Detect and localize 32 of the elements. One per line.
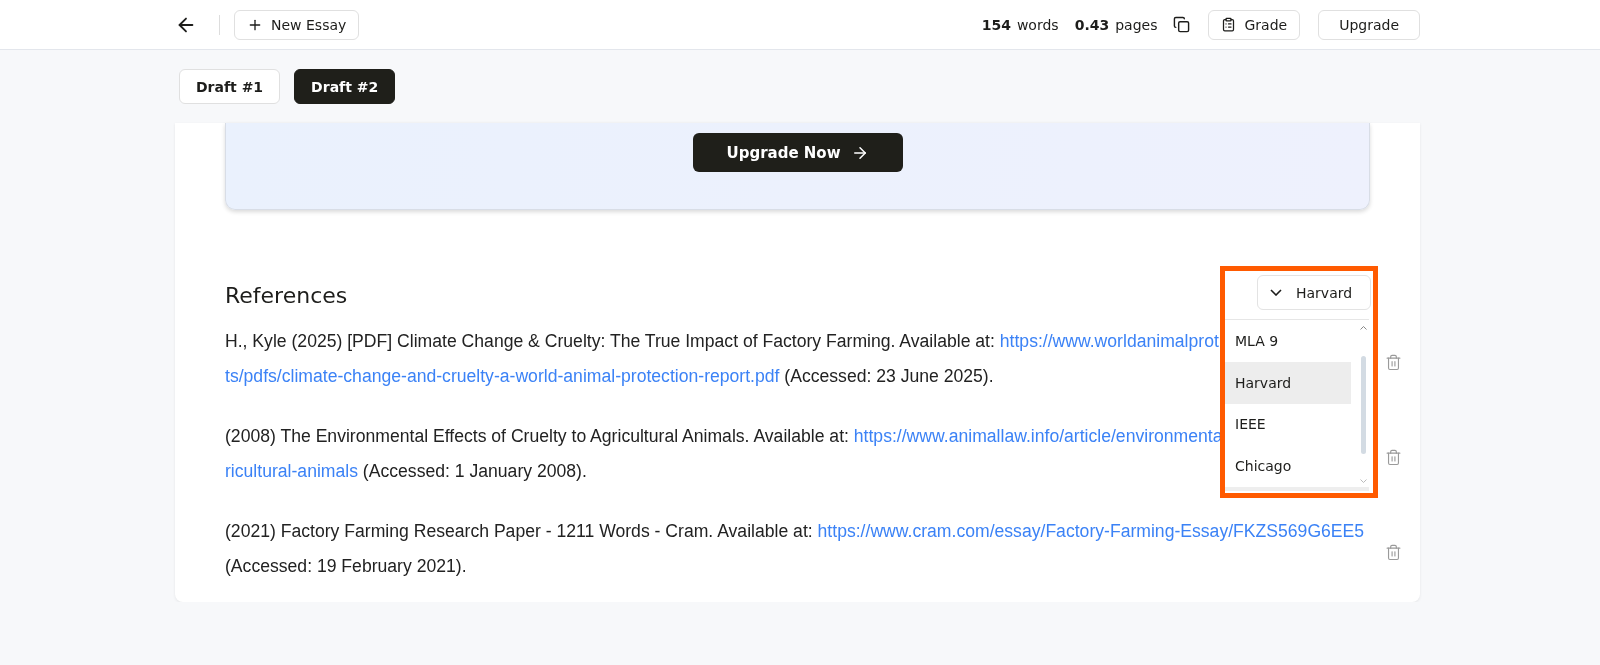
- scroll-up-icon[interactable]: [1359, 326, 1367, 330]
- dropdown-option[interactable]: MLA 9: [1225, 320, 1351, 362]
- references-heading: References: [225, 282, 348, 310]
- reference-link[interactable]: ricultural-animals: [225, 461, 358, 481]
- reference-link[interactable]: https://www.cram.com/essay/Factory-Farming-Essay/FKZS569G6EE5: [817, 521, 1365, 541]
- grade-button[interactable]: Grade: [1208, 9, 1301, 40]
- stat-value: 0.43: [1074, 16, 1110, 33]
- copy-button[interactable]: [1173, 16, 1191, 33]
- reference-link[interactable]: https://www.animallaw.info/article/environmenta: [853, 426, 1223, 446]
- reference-text: (2021) Factory Farming Research Paper - 1211 Words - Cram. Available at: https://www.cram.com/essay/Factory-Farming-Essay/FKZS569G6EE5: [225, 520, 1366, 543]
- new-essay-button[interactable]: New Essay: [234, 9, 360, 40]
- reference-link[interactable]: https://www.worldanimalprot: [999, 331, 1219, 351]
- scroll-down-icon[interactable]: [1359, 479, 1367, 483]
- dropdown-option[interactable]: IEEE: [1225, 403, 1351, 446]
- reference-link[interactable]: ts/pdfs/climate-change-and-cruelty-a-world-animal-protection-report.pdf: [225, 366, 780, 386]
- dropdown-option[interactable]: Harvard: [1225, 361, 1351, 404]
- upgrade-button[interactable]: Upgrade: [1318, 9, 1420, 40]
- reference-text: (Accessed: 19 February 2021).: [225, 555, 468, 578]
- draft-tab[interactable]: Draft #1: [179, 69, 281, 104]
- chevron-down-icon: [1270, 289, 1282, 296]
- trash-icon[interactable]: [1385, 448, 1402, 466]
- stat-value: 154: [981, 16, 1011, 33]
- stat-unit: words: [1016, 16, 1059, 33]
- copy-icon: [1173, 16, 1191, 33]
- trash-icon[interactable]: [1385, 543, 1402, 561]
- citation-style-dropdown[interactable]: Harvard: [1257, 275, 1371, 310]
- clipboard-icon: [1221, 17, 1237, 32]
- trash-icon[interactable]: [1385, 353, 1402, 371]
- draft-tab[interactable]: Draft #2: [294, 69, 396, 104]
- upgrade-now-button[interactable]: Upgrade Now: [692, 133, 903, 172]
- stat-unit: pages: [1115, 16, 1158, 33]
- dropdown-option[interactable]: Chicago: [1225, 445, 1351, 487]
